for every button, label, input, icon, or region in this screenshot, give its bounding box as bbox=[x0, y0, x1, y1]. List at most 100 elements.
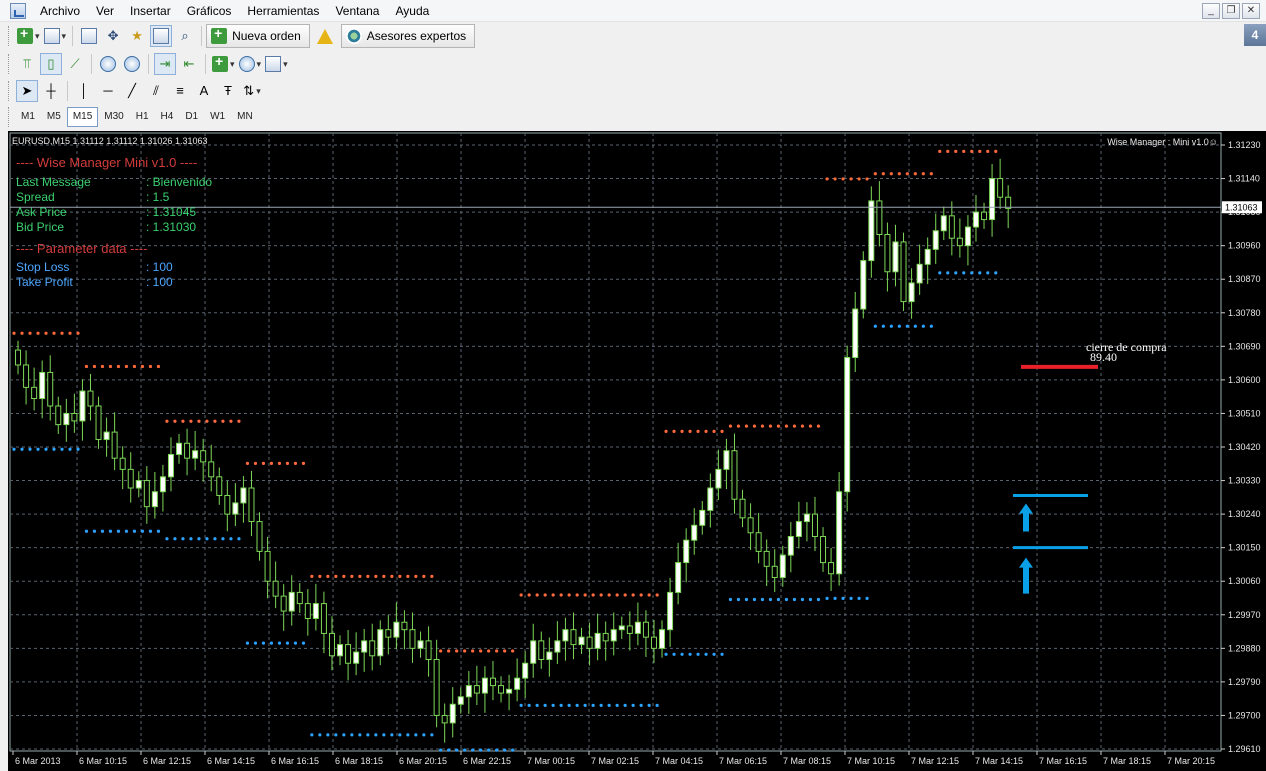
resistance-dot bbox=[301, 461, 306, 466]
text-label-button[interactable]: Ŧ bbox=[217, 80, 239, 102]
resistance-dot bbox=[897, 172, 901, 176]
timeframe-h1[interactable]: H1 bbox=[130, 107, 155, 127]
timeframe-m30[interactable]: M30 bbox=[98, 107, 129, 127]
timeframe-mn[interactable]: MN bbox=[231, 107, 259, 127]
candlestick-button[interactable]: ▯ bbox=[40, 53, 62, 75]
equidistant-channel-button[interactable]: ⫽ bbox=[145, 80, 167, 102]
menu-ver[interactable]: Ver bbox=[88, 0, 122, 22]
timeframe-m1[interactable]: M1 bbox=[15, 107, 41, 127]
resistance-dot bbox=[535, 593, 539, 597]
bull-candle bbox=[192, 450, 199, 459]
new-order-label: Nueva orden bbox=[232, 29, 301, 43]
notification-badge[interactable]: 4 bbox=[1244, 24, 1266, 46]
timeframe-d1[interactable]: D1 bbox=[179, 107, 204, 127]
periods-button[interactable] bbox=[238, 53, 263, 75]
bull-candle bbox=[481, 677, 488, 694]
arrows-button[interactable]: ⇅ bbox=[241, 80, 263, 102]
support-dot bbox=[607, 703, 611, 707]
navigator-button[interactable]: ★ bbox=[126, 25, 148, 47]
close-button[interactable]: ✕ bbox=[1242, 3, 1260, 19]
support-dot bbox=[688, 652, 692, 656]
text-button[interactable]: A bbox=[193, 80, 215, 102]
templates-button[interactable] bbox=[264, 53, 289, 75]
minimize-button[interactable]: _ bbox=[1202, 3, 1220, 19]
bull-candle bbox=[667, 591, 674, 631]
support-dot bbox=[865, 596, 869, 600]
new-order-button[interactable]: Nueva orden bbox=[206, 24, 310, 48]
x-tick-label: 6 Mar 20:15 bbox=[399, 756, 447, 766]
menu-ventana[interactable]: Ventana bbox=[327, 0, 387, 22]
bear-candle bbox=[71, 412, 78, 422]
menu-herramientas[interactable]: Herramientas bbox=[239, 0, 327, 22]
alert-button[interactable] bbox=[314, 25, 336, 47]
support-dot bbox=[28, 447, 32, 451]
resistance-dot bbox=[358, 574, 362, 578]
support-dot bbox=[583, 703, 587, 707]
resistance-dot bbox=[511, 649, 515, 653]
support-dot bbox=[374, 733, 378, 737]
cursor-button[interactable]: ➤ bbox=[16, 80, 38, 102]
new-chart-button[interactable] bbox=[16, 25, 41, 47]
bull-candle bbox=[377, 629, 384, 657]
bull-candle bbox=[610, 629, 617, 642]
app-chart-icon[interactable] bbox=[10, 2, 26, 19]
menu-graficos[interactable]: Gráficos bbox=[179, 0, 240, 22]
bull-candle bbox=[546, 651, 553, 661]
bear-candle bbox=[224, 494, 231, 515]
profiles-button[interactable] bbox=[43, 25, 68, 47]
toolbar-grip[interactable] bbox=[8, 107, 11, 127]
trendline-button[interactable]: ╱ bbox=[121, 80, 143, 102]
vertical-line-button[interactable]: │ bbox=[73, 80, 95, 102]
resistance-dot bbox=[994, 149, 998, 153]
terminal-button[interactable] bbox=[150, 25, 173, 47]
zoom-in-button[interactable] bbox=[97, 53, 119, 75]
timeframe-h4[interactable]: H4 bbox=[155, 107, 180, 127]
price-chart[interactable]: 1.312301.311401.310501.309601.308701.307… bbox=[8, 131, 1266, 771]
resistance-dot bbox=[430, 574, 434, 578]
zoom-out-button[interactable] bbox=[121, 53, 143, 75]
resistance-dot bbox=[261, 461, 266, 466]
data-window-button[interactable]: ✥ bbox=[102, 25, 124, 47]
menu-archivo[interactable]: Archivo bbox=[32, 0, 88, 22]
support-dot bbox=[366, 733, 370, 737]
expert-advisors-button[interactable]: Asesores expertos bbox=[340, 24, 476, 48]
support-dot bbox=[921, 324, 925, 328]
support-dot bbox=[881, 324, 885, 328]
bear-candle bbox=[642, 621, 649, 638]
menu-insertar[interactable]: Insertar bbox=[122, 0, 179, 22]
bear-candle bbox=[811, 513, 818, 537]
horizontal-line-button[interactable]: ─ bbox=[97, 80, 119, 102]
market-watch-button[interactable] bbox=[78, 25, 100, 47]
fibonacci-button[interactable]: ≡ bbox=[169, 80, 191, 102]
bull-candle bbox=[103, 431, 110, 441]
terminal-window: Archivo Ver Insertar Gráficos Herramient… bbox=[0, 0, 1266, 771]
toolbar-grip[interactable] bbox=[8, 26, 11, 46]
x-tick-label: 7 Mar 14:15 bbox=[975, 756, 1023, 766]
bull-candle bbox=[465, 685, 472, 698]
timeframe-m5[interactable]: M5 bbox=[41, 107, 67, 127]
toolbar-grip[interactable] bbox=[8, 54, 11, 74]
timeframe-w1[interactable]: W1 bbox=[204, 107, 231, 127]
indicators-button[interactable] bbox=[211, 53, 236, 75]
param-label-take-profit: Take Profit bbox=[16, 275, 73, 289]
resistance-dot bbox=[768, 424, 773, 428]
bear-candle bbox=[900, 241, 907, 303]
chart-window[interactable]: 1.312301.311401.310501.309601.308701.307… bbox=[8, 131, 1266, 771]
chart-shift-button[interactable]: ⇤ bbox=[178, 53, 200, 75]
bull-candle bbox=[449, 703, 456, 724]
crosshair-button[interactable]: ┼ bbox=[40, 80, 62, 102]
auto-scroll-button[interactable]: ⇥ bbox=[154, 53, 176, 75]
line-chart-button[interactable]: ⟋ bbox=[64, 53, 86, 75]
bear-candle bbox=[127, 468, 134, 489]
auto-scroll-icon: ⇥ bbox=[159, 56, 171, 71]
resistance-dot bbox=[913, 172, 917, 176]
bar-chart-button[interactable]: ⫪ bbox=[16, 53, 38, 75]
bull-candle bbox=[634, 621, 641, 634]
x-tick-label: 7 Mar 16:15 bbox=[1039, 756, 1087, 766]
restore-button[interactable]: ❐ bbox=[1222, 3, 1240, 19]
timeframe-m15[interactable]: M15 bbox=[66, 107, 99, 127]
strategy-tester-button[interactable]: ⌕ bbox=[174, 25, 196, 47]
bull-candle bbox=[353, 651, 360, 664]
menu-ayuda[interactable]: Ayuda bbox=[387, 0, 437, 22]
toolbar-grip[interactable] bbox=[8, 81, 11, 101]
